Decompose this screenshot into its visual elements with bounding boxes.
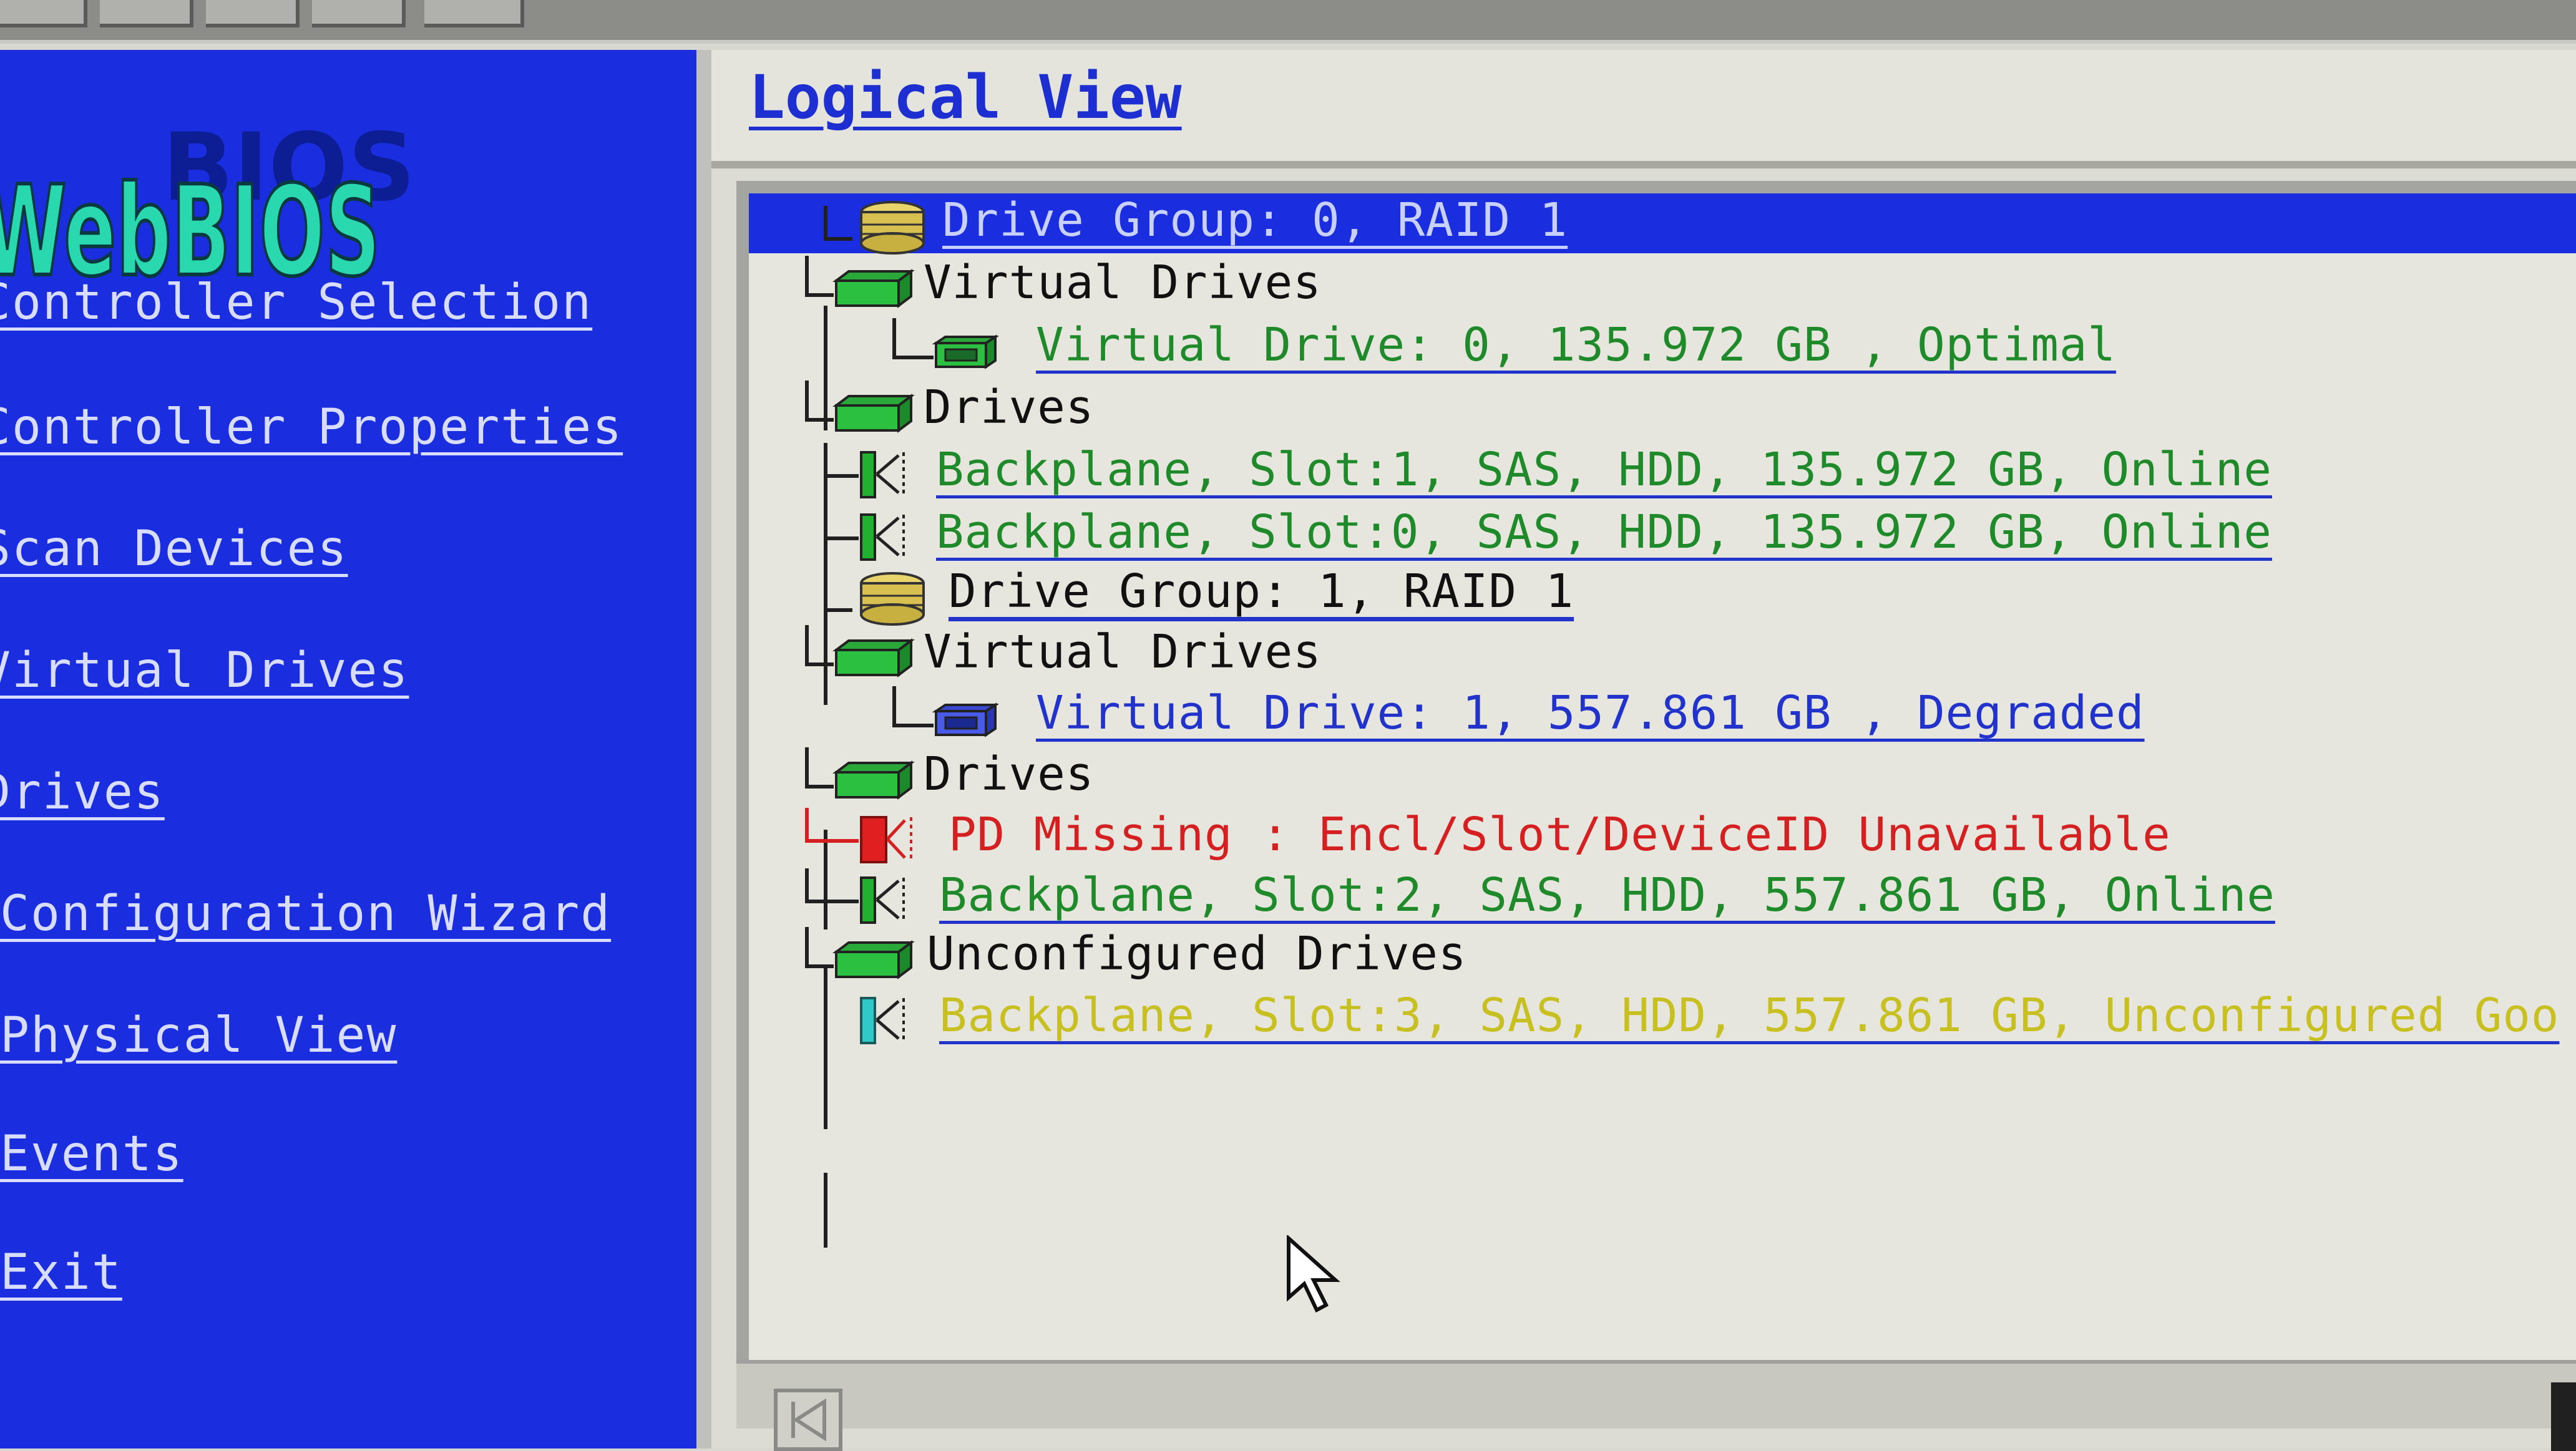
tree-row-dg1-virtual-drives[interactable]: Virtual Drives (749, 625, 2576, 685)
tree-row-dg1-drives[interactable]: Drives (749, 747, 2576, 807)
nav-controller-properties[interactable]: Controller Properties (0, 399, 623, 455)
unconfigured-slot3-label[interactable]: Backplane, Slot:3, SAS, HDD, 557.861 GB,… (939, 989, 2559, 1042)
virtual-drive-icon (932, 334, 998, 369)
nav-physical-view[interactable]: Physical View (0, 1007, 397, 1064)
dg1-drives-header: Drives (924, 747, 1095, 801)
tree-row-dg0-drives[interactable]: Drives (749, 381, 2576, 440)
toolbar-button-1[interactable] (0, 0, 87, 27)
physical-drive-unconfigured-icon (860, 997, 905, 1044)
page-title: Logical View (749, 62, 1182, 132)
horizontal-scrollbar[interactable] (736, 1360, 2576, 1451)
tree-row-drive-group-0[interactable]: Drive Group: 0, RAID 1 (749, 193, 2576, 255)
nav-controller-selection[interactable]: Controller Selection (0, 274, 592, 331)
toolbar-button-4[interactable] (312, 0, 406, 27)
svg-text:WebBIOS: WebBIOS (0, 159, 381, 293)
dg0-drives-header: Drives (924, 381, 1095, 434)
physical-drive-online-icon (860, 876, 905, 924)
title-bar: Logical View (711, 50, 2576, 168)
dg0-slot0-label[interactable]: Backplane, Slot:0, SAS, HDD, 135.972 GB,… (936, 505, 2272, 559)
toolbar-button-2[interactable] (100, 0, 193, 27)
nav-scan-devices[interactable]: Scan Devices (0, 521, 348, 577)
virtual-drive-folder-icon (832, 638, 915, 677)
tree-row-pd-missing[interactable]: PD Missing : Encl/Slot/DeviceID Unavaila… (749, 808, 2576, 868)
main-panel: Logical View Drive Group: 0, RAID 1 Virt… (711, 50, 2576, 1451)
tree-row-virtual-drive-0[interactable]: Virtual Drive: 0, 135.972 GB , Optimal (749, 318, 2576, 378)
pd-missing-label[interactable]: PD Missing : Encl/Slot/DeviceID Unavaila… (949, 808, 2171, 861)
tree-row-drive-group-1[interactable]: Drive Group: 1, RAID 1 (749, 565, 2576, 626)
drives-folder-icon (832, 760, 915, 800)
tree-row-virtual-drive-1[interactable]: Virtual Drive: 1, 557.861 GB , Degraded (749, 686, 2576, 746)
virtual-drive-0-label[interactable]: Virtual Drive: 0, 135.972 GB , Optimal (1036, 318, 2116, 372)
mouse-pointer-icon (1287, 1235, 1340, 1313)
drive-group-icon (860, 572, 925, 626)
unconfigured-folder-icon (832, 940, 915, 979)
dg1-virtual-drives-header: Virtual Drives (924, 625, 1322, 679)
toolbar-button-5[interactable] (424, 0, 524, 27)
virtual-drive-folder-icon (832, 269, 915, 308)
drive-group-0-label[interactable]: Drive Group: 0, RAID 1 (942, 193, 1568, 247)
webbios-logo: BIOS WebBIOS (0, 114, 416, 293)
unconfigured-drives-header: Unconfigured Drives (927, 927, 1467, 981)
tree-guide-line (824, 1173, 827, 1248)
virtual-drive-1-label[interactable]: Virtual Drive: 1, 557.861 GB , Degraded (1036, 686, 2145, 740)
dg0-virtual-drives-header: Virtual Drives (924, 256, 1322, 309)
tree-row-dg0-slot1[interactable]: Backplane, Slot:1, SAS, HDD, 135.972 GB,… (749, 443, 2576, 503)
logical-view-tree: Drive Group: 0, RAID 1 Virtual Drives Vi… (736, 181, 2576, 1429)
nav-configuration-wizard[interactable]: Configuration Wizard (0, 886, 611, 942)
top-toolbar (0, 0, 2576, 44)
dg1-slot2-label[interactable]: Backplane, Slot:2, SAS, HDD, 557.861 GB,… (939, 868, 2275, 922)
physical-drive-missing-icon (860, 816, 912, 863)
dg0-slot1-label[interactable]: Backplane, Slot:1, SAS, HDD, 135.972 GB,… (936, 443, 2272, 497)
tree-connector (824, 577, 852, 612)
drive-group-icon (860, 201, 925, 255)
virtual-drive-degraded-icon (932, 702, 998, 737)
physical-drive-online-icon (860, 513, 905, 561)
tree-connector (892, 686, 934, 727)
nav-exit[interactable]: Exit (0, 1245, 122, 1301)
nav-drives[interactable]: Drives (0, 764, 165, 820)
sidebar: BIOS WebBIOS Controller Selection Contro… (0, 50, 711, 1449)
nav-events[interactable]: Events (0, 1126, 183, 1182)
physical-drive-online-icon (860, 451, 905, 498)
tree-row-unconfigured-drives[interactable]: Unconfigured Drives (749, 927, 2576, 987)
scroll-right-button[interactable] (2551, 1382, 2576, 1451)
tree-connector (892, 318, 934, 359)
toolbar-button-3[interactable] (206, 0, 300, 27)
tree-connector (824, 206, 852, 241)
scroll-left-icon (791, 1398, 826, 1442)
tree-row-dg0-slot0[interactable]: Backplane, Slot:0, SAS, HDD, 135.972 GB,… (749, 505, 2576, 565)
drives-folder-icon (832, 394, 915, 433)
tree-row-dg0-virtual-drives[interactable]: Virtual Drives (749, 256, 2576, 316)
nav-virtual-drives[interactable]: Virtual Drives (0, 643, 409, 699)
tree-row-unconfigured-slot3[interactable]: Backplane, Slot:3, SAS, HDD, 557.861 GB,… (749, 989, 2576, 1049)
scroll-left-button[interactable] (774, 1389, 842, 1451)
tree-row-dg1-slot2[interactable]: Backplane, Slot:2, SAS, HDD, 557.861 GB,… (749, 868, 2576, 928)
drive-group-1-label[interactable]: Drive Group: 1, RAID 1 (949, 565, 1574, 618)
